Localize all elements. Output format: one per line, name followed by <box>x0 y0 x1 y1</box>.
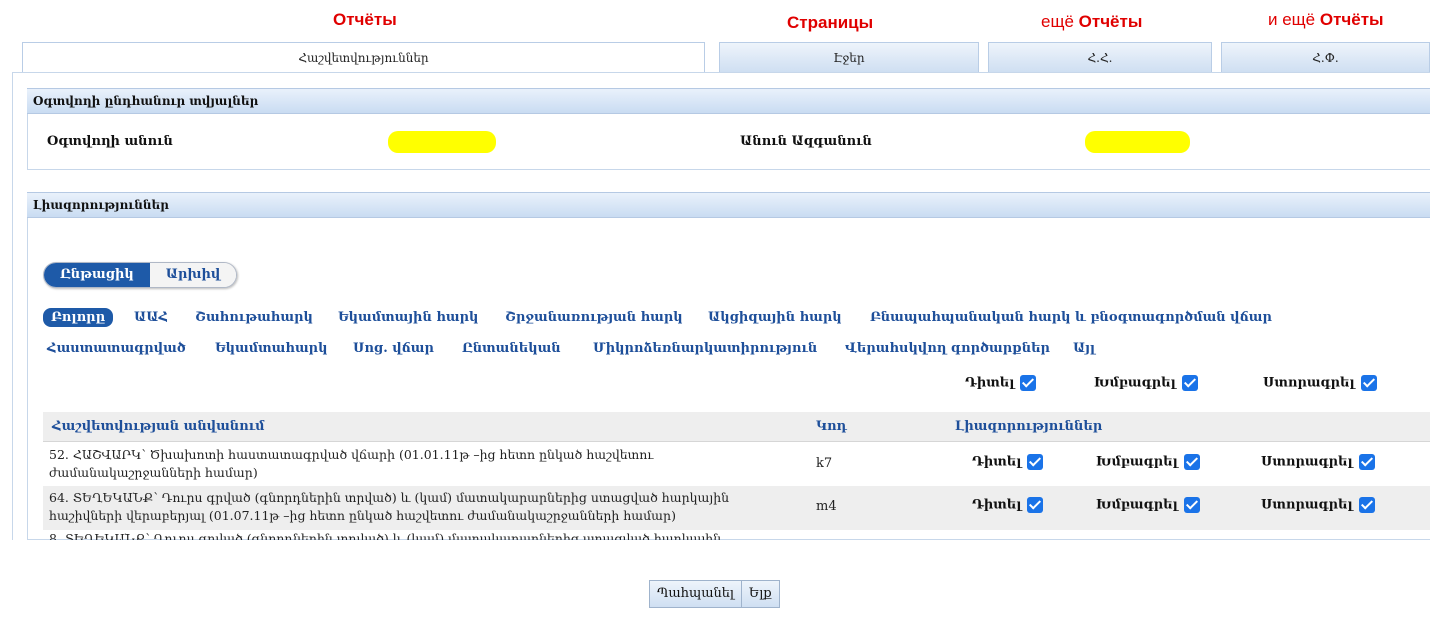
report-name: 8. ՏԵՂԵԿԱՆՔ՝ Դուրս գրված (գնորդներին տրվ… <box>49 532 722 540</box>
bulk-edit-label: Խմբագրել <box>1094 375 1176 391</box>
tab-hp[interactable]: Հ.Փ. <box>1221 42 1430 72</box>
annotation-more-prefix: ещё <box>1041 12 1074 31</box>
row-edit: Խմբագրել <box>1096 497 1200 513</box>
filter-turnover-tax[interactable]: Շրջանառության հարկ <box>505 310 683 325</box>
row-sign-checkbox[interactable] <box>1358 497 1375 513</box>
filter-vat[interactable]: ԱԱՀ <box>134 310 168 325</box>
row-sign: Ստորագրել <box>1261 497 1375 513</box>
username-redacted <box>388 131 496 153</box>
filter-environmental-tax[interactable]: Բնապահպանական հարկ և բնօգտագործման վճար <box>870 310 1272 325</box>
tab-reports[interactable]: Հաշվետվություններ <box>22 42 705 73</box>
tab-pages[interactable]: Էջեր <box>719 42 979 72</box>
row-sign-label: Ստորագրել <box>1261 497 1353 513</box>
filter-profit-tax[interactable]: Շահութահարկ <box>195 310 313 325</box>
table-row: 64. ՏԵՂԵԿԱՆՔ՝ Դուրս գրված (գնորդներին տր… <box>43 486 1430 530</box>
filter-family[interactable]: Ընտանեկան <box>462 341 561 356</box>
bulk-view-checkbox[interactable] <box>1020 375 1037 391</box>
filter-micro-business[interactable]: Միկրոձեռնարկատիրություն <box>593 341 817 356</box>
permissions-panel-title: Լիազորություններ <box>27 192 1430 218</box>
row-edit-label: Խմբագրել <box>1096 497 1178 513</box>
annotation-and-more-prefix: и ещё <box>1268 10 1316 29</box>
column-header-name: Հաշվետվության անվանում <box>52 419 265 434</box>
filter-income-tax[interactable]: Եկամտային հարկ <box>338 310 478 325</box>
annotation-pages: Страницы <box>787 13 874 32</box>
annotation-and-more-word: Отчёты <box>1319 10 1384 29</box>
bulk-view-label: Դիտել <box>965 375 1015 391</box>
row-view-checkbox[interactable] <box>1027 454 1044 470</box>
user-panel-title: Օգտվողի ընդհանուր տվյալներ <box>27 88 1430 114</box>
filter-income-tax-2[interactable]: Եկամտահարկ <box>215 341 327 356</box>
bulk-sign: Ստորագրել <box>1263 375 1377 391</box>
annotation-more-word: Отчёты <box>1078 12 1143 31</box>
report-code: k7 <box>816 456 833 471</box>
bulk-sign-label: Ստորագրել <box>1263 375 1355 391</box>
row-view: Դիտել <box>972 454 1044 470</box>
segment-archive[interactable]: Արխիվ <box>149 263 237 287</box>
bulk-edit-checkbox[interactable] <box>1181 375 1198 391</box>
column-header-code: Կոդ <box>816 419 847 434</box>
segment-current[interactable]: Ընթացիկ <box>44 263 150 287</box>
report-code: m4 <box>816 499 837 514</box>
row-edit-label: Խմբագրել <box>1096 454 1178 470</box>
filter-other[interactable]: Այլ <box>1073 341 1095 356</box>
row-view-label: Դիտել <box>972 497 1022 513</box>
exit-button[interactable]: Ելք <box>741 580 780 608</box>
username-label: Օգտվողի անուն <box>47 134 173 149</box>
row-sign-checkbox[interactable] <box>1358 454 1375 470</box>
action-bar: Պահպանել Ելք <box>649 580 780 608</box>
table-row: 52. ՀԱՇՎԱՐԿ՝ Ծխախոտի հաստատագրված վճարի … <box>43 444 1430 486</box>
row-view: Դիտել <box>972 497 1044 513</box>
table-row: 8. ՏԵՂԵԿԱՆՔ՝ Դուրս գրված (գնորդներին տրվ… <box>43 532 1430 540</box>
filter-excise-tax[interactable]: Ակցիզային հարկ <box>708 310 842 325</box>
bulk-sign-checkbox[interactable] <box>1360 375 1377 391</box>
report-name: 52. ՀԱՇՎԱՐԿ՝ Ծխախոտի հաստատագրված վճարի … <box>49 447 654 480</box>
fullname-label: Անուն Ազգանուն <box>740 134 872 149</box>
tab-hh[interactable]: Հ.Հ. <box>988 42 1212 72</box>
row-edit-checkbox[interactable] <box>1183 454 1200 470</box>
row-edit-checkbox[interactable] <box>1183 497 1200 513</box>
save-button[interactable]: Պահպանել <box>649 580 742 608</box>
filter-controlled-transactions[interactable]: Վերահսկվող գործարքներ <box>845 341 1050 356</box>
bulk-view: Դիտել <box>965 375 1037 391</box>
report-name: 64. ՏԵՂԵԿԱՆՔ՝ Դուրս գրված (գնորդներին տր… <box>49 490 730 523</box>
fullname-redacted <box>1085 131 1190 153</box>
table-header: Հաշվետվության անվանում Կոդ Լիազորություն… <box>43 412 1430 442</box>
row-sign-label: Ստորագրել <box>1261 454 1353 470</box>
filter-all[interactable]: Բոլորը <box>43 308 114 327</box>
annotation-and-more-reports: и ещё Отчёты <box>1268 10 1384 30</box>
row-sign: Ստորագրել <box>1261 454 1375 470</box>
annotation-more-reports: ещё Отчёты <box>1041 12 1142 32</box>
filter-social-payment[interactable]: Սոց. վճար <box>353 341 434 356</box>
row-view-checkbox[interactable] <box>1027 497 1044 513</box>
annotation-reports: Отчёты <box>333 10 397 29</box>
row-edit: Խմբագրել <box>1096 454 1200 470</box>
row-view-label: Դիտել <box>972 454 1022 470</box>
column-header-permissions: Լիազորություններ <box>955 419 1103 434</box>
bulk-edit: Խմբագրել <box>1094 375 1198 391</box>
filter-fixed[interactable]: Հաստատագրված <box>47 341 186 356</box>
period-toggle: Ընթացիկ Արխիվ <box>43 262 238 288</box>
